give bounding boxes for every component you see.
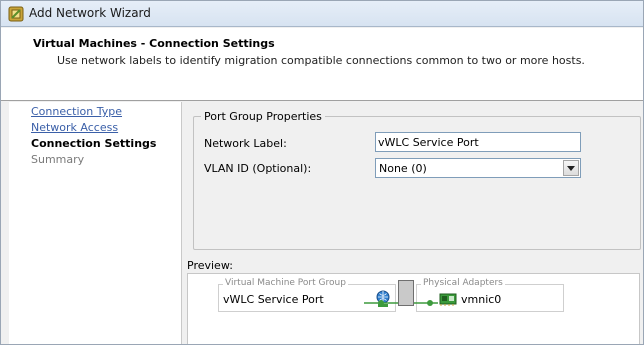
- window-title: Add Network Wizard: [29, 6, 151, 20]
- preview-label: Preview:: [187, 259, 233, 272]
- page-subtitle: Use network labels to identify migration…: [57, 54, 585, 67]
- wizard-window: Add Network Wizard Virtual Machines - Co…: [0, 0, 644, 345]
- vlan-id-value: None (0): [379, 162, 427, 175]
- vlan-id-select[interactable]: None (0): [375, 158, 581, 178]
- port-group-legend: Port Group Properties: [201, 110, 325, 123]
- network-wizard-icon: [8, 6, 24, 22]
- physical-adapters-box: Physical Adapters vmnic0: [414, 278, 564, 312]
- network-label-caption: Network Label:: [204, 137, 287, 150]
- step-network-access[interactable]: Network Access: [31, 121, 118, 135]
- title-bar: Add Network Wizard: [1, 1, 643, 27]
- settings-content: Port Group Properties Network Label: VLA…: [183, 102, 643, 344]
- virtual-switch-icon: [398, 280, 414, 306]
- step-summary: Summary: [31, 153, 85, 166]
- network-adapter-icon: [439, 292, 457, 309]
- wizard-steps: Connection Type Network Access Connectio…: [9, 102, 182, 344]
- step-connection-settings: Connection Settings: [31, 137, 157, 150]
- dropdown-arrow-icon[interactable]: [563, 160, 579, 176]
- physical-adapters-caption: Physical Adapters: [421, 278, 505, 288]
- step-connection-type[interactable]: Connection Type: [31, 105, 122, 119]
- vm-port-group-caption: Virtual Machine Port Group: [223, 278, 348, 288]
- vlan-id-caption: VLAN ID (Optional):: [204, 162, 312, 175]
- preview-panel: Virtual Machine Port Group vWLC Service …: [187, 273, 640, 344]
- wizard-header: Virtual Machines - Connection Settings U…: [1, 28, 643, 101]
- network-label-input[interactable]: [375, 132, 581, 152]
- vm-port-group-name: vWLC Service Port: [223, 293, 324, 306]
- connector-line-nic: [414, 300, 438, 306]
- connector-line-vm: [364, 300, 398, 306]
- page-title: Virtual Machines - Connection Settings: [33, 37, 275, 50]
- adapter-name: vmnic0: [461, 293, 502, 306]
